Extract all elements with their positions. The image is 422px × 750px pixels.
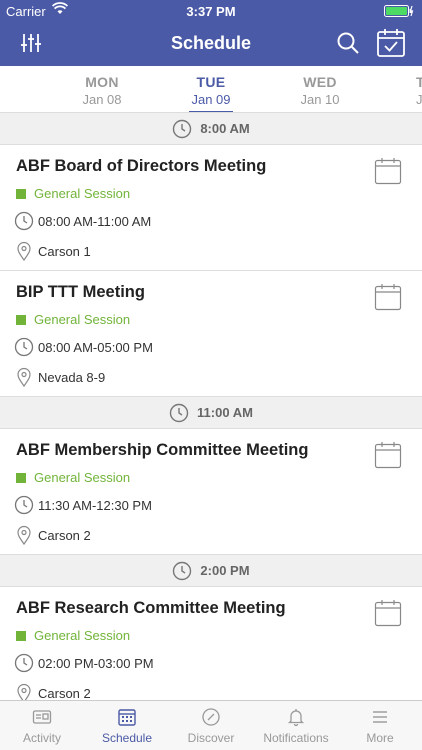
session-title: BIP TTT Meeting	[16, 283, 145, 301]
track-color-square	[16, 189, 26, 199]
session-time: 08:00 AM-05:00 PM	[38, 339, 153, 355]
session-location: Carson 2	[38, 527, 91, 543]
clock-icon	[173, 561, 192, 580]
session-title: ABF Board of Directors Meeting	[16, 157, 267, 175]
day-tab-weekday: TUE	[196, 74, 226, 90]
calendar-grid-icon	[118, 709, 136, 726]
bottom-tab-bar: Activity Schedule Discover Notifications…	[0, 700, 422, 750]
day-selector: MON Jan 08 TUE Jan 09 WED Jan 10 T Ja	[0, 66, 422, 113]
clock-icon	[14, 337, 34, 357]
session-location: Carson 1	[38, 243, 91, 259]
location-pin-icon	[17, 241, 31, 261]
track-label: General Session	[34, 470, 131, 485]
clock-icon	[14, 211, 34, 231]
time-section-label: 8:00 AM	[200, 121, 250, 136]
session-item[interactable]: ABF Membership Committee Meeting General…	[0, 429, 422, 555]
status-bar: Carrier 3:37 PM	[0, 0, 422, 22]
session-location: Nevada 8-9	[38, 369, 106, 385]
day-tab-date: Ja	[416, 92, 422, 107]
session-track: General Session	[16, 186, 130, 201]
session-track: General Session	[16, 628, 130, 643]
tab-discover[interactable]: Discover	[169, 707, 253, 745]
day-tab-weekday: WED	[303, 74, 337, 90]
session-location-row: Carson 2	[14, 683, 91, 700]
clock-icon	[14, 495, 34, 515]
session-list[interactable]: 8:00 AM ABF Board of Directors Meeting G…	[0, 113, 422, 700]
location-pin-icon	[17, 683, 31, 700]
track-color-square	[16, 315, 26, 325]
tab-more[interactable]: More	[338, 707, 422, 745]
session-location-row: Carson 1	[14, 241, 91, 261]
time-section-label: 2:00 PM	[200, 563, 250, 578]
wifi-icon	[51, 2, 69, 19]
tab-activity[interactable]: Activity	[0, 707, 84, 745]
clock-icon	[14, 653, 34, 673]
session-title: ABF Research Committee Meeting	[16, 599, 286, 617]
day-tab-weekday: T	[416, 74, 422, 90]
day-tab-date: Jan 08	[82, 92, 122, 107]
session-time-row: 11:30 AM-12:30 PM	[14, 495, 152, 515]
session-location: Carson 2	[38, 685, 91, 701]
carrier-label: Carrier	[6, 4, 46, 19]
session-item[interactable]: ABF Research Committee Meeting General S…	[0, 587, 422, 700]
session-track: General Session	[16, 312, 130, 327]
add-to-calendar-icon[interactable]	[374, 157, 402, 190]
add-to-calendar-icon[interactable]	[374, 283, 402, 316]
time-section-label: 11:00 AM	[197, 405, 253, 420]
activity-icon	[32, 710, 52, 724]
session-track: General Session	[16, 470, 130, 485]
track-color-square	[16, 473, 26, 483]
tab-label: Notifications	[263, 731, 329, 745]
track-color-square	[16, 631, 26, 641]
day-tab-weekday: MON	[85, 74, 119, 90]
add-to-calendar-icon[interactable]	[374, 441, 402, 474]
tab-label: Schedule	[101, 731, 153, 745]
session-location-row: Carson 2	[14, 525, 91, 545]
day-tab-thu[interactable]: T Ja	[390, 74, 422, 107]
session-title: ABF Membership Committee Meeting	[16, 441, 309, 459]
session-item[interactable]: BIP TTT Meeting General Session 08:00 AM…	[0, 271, 422, 397]
track-label: General Session	[34, 186, 131, 201]
tab-schedule[interactable]: Schedule	[85, 707, 169, 745]
tab-label: Activity	[22, 731, 61, 745]
session-item[interactable]: ABF Board of Directors Meeting General S…	[0, 145, 422, 271]
nav-bar: Schedule	[0, 22, 422, 66]
time-section-header: 8:00 AM	[0, 113, 422, 145]
add-to-calendar-icon[interactable]	[374, 599, 402, 632]
session-time: 02:00 PM-03:00 PM	[38, 655, 154, 671]
track-label: General Session	[34, 628, 131, 643]
tab-label: More	[366, 731, 394, 745]
session-time-row: 08:00 AM-11:00 AM	[14, 211, 151, 231]
session-time-row: 02:00 PM-03:00 PM	[14, 653, 154, 673]
time-section-header: 11:00 AM	[0, 397, 422, 429]
tab-notifications[interactable]: Notifications	[254, 707, 338, 745]
battery-icon	[384, 5, 414, 20]
clock-icon	[169, 403, 189, 422]
day-tab-date: Jan 09	[191, 92, 231, 107]
session-location-row: Nevada 8-9	[14, 367, 105, 387]
tab-label: Discover	[187, 731, 235, 745]
bell-icon	[287, 709, 305, 727]
search-icon[interactable]	[336, 31, 360, 60]
location-pin-icon	[17, 367, 31, 387]
location-pin-icon	[17, 525, 31, 545]
compass-icon	[202, 708, 220, 726]
calendar-check-icon[interactable]	[376, 28, 406, 63]
clock-icon	[173, 119, 192, 138]
session-time: 08:00 AM-11:00 AM	[38, 213, 152, 229]
day-tab-tue[interactable]: TUE Jan 09	[171, 74, 251, 112]
session-time-row: 08:00 AM-05:00 PM	[14, 337, 153, 357]
day-tab-mon[interactable]: MON Jan 08	[62, 74, 142, 107]
menu-lines-icon	[373, 711, 387, 723]
day-tab-wed[interactable]: WED Jan 10	[280, 74, 360, 107]
track-label: General Session	[34, 312, 131, 327]
session-time: 11:30 AM-12:30 PM	[38, 497, 152, 513]
app-header: Carrier 3:37 PM Schedule	[0, 0, 422, 66]
day-tab-date: Jan 10	[300, 92, 340, 107]
time-section-header: 2:00 PM	[0, 555, 422, 587]
